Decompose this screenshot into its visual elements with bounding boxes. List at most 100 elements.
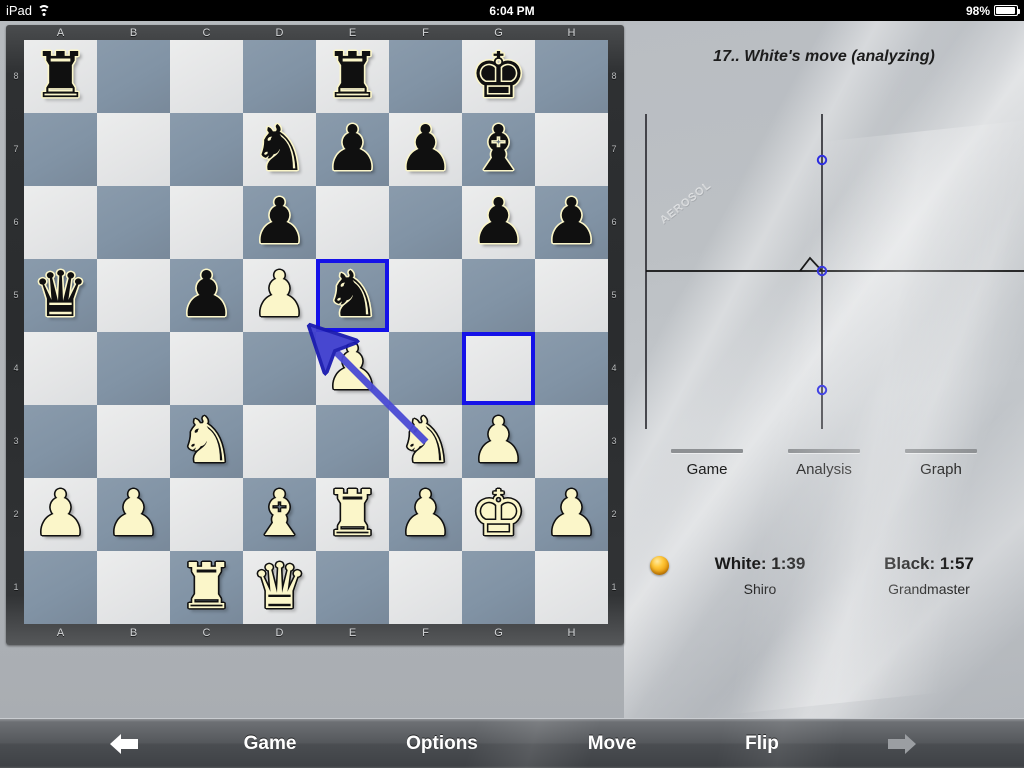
- square-d8[interactable]: [243, 40, 316, 113]
- square-f7[interactable]: ♟: [389, 113, 462, 186]
- white-rook-c1[interactable]: ♜: [170, 551, 243, 624]
- square-d2[interactable]: ♝: [243, 478, 316, 551]
- square-e8[interactable]: ♜: [316, 40, 389, 113]
- square-e1[interactable]: [316, 551, 389, 624]
- square-c6[interactable]: [170, 186, 243, 259]
- square-g1[interactable]: [462, 551, 535, 624]
- square-h8[interactable]: [535, 40, 608, 113]
- square-c3[interactable]: ♞: [170, 405, 243, 478]
- square-c2[interactable]: [170, 478, 243, 551]
- black-knight-e5[interactable]: ♞: [316, 259, 389, 332]
- square-h4[interactable]: [535, 332, 608, 405]
- square-h3[interactable]: [535, 405, 608, 478]
- white-pawn-b2[interactable]: ♟: [97, 478, 170, 551]
- square-f3[interactable]: ♞: [389, 405, 462, 478]
- square-h1[interactable]: [535, 551, 608, 624]
- square-h2[interactable]: ♟: [535, 478, 608, 551]
- square-d3[interactable]: [243, 405, 316, 478]
- black-queen-a5[interactable]: ♛: [24, 259, 97, 332]
- square-g4[interactable]: [462, 332, 535, 405]
- square-g8[interactable]: ♚: [462, 40, 535, 113]
- black-pawn-g6[interactable]: ♟: [462, 186, 535, 259]
- white-pawn-g3[interactable]: ♟: [462, 405, 535, 478]
- square-g2[interactable]: ♚: [462, 478, 535, 551]
- square-f4[interactable]: [389, 332, 462, 405]
- square-a1[interactable]: [24, 551, 97, 624]
- square-b2[interactable]: ♟: [97, 478, 170, 551]
- forward-arrow-icon[interactable]: [874, 719, 930, 768]
- square-g6[interactable]: ♟: [462, 186, 535, 259]
- square-h6[interactable]: ♟: [535, 186, 608, 259]
- white-pawn-e4[interactable]: ♟: [316, 332, 389, 405]
- square-g7[interactable]: ♝: [462, 113, 535, 186]
- chess-board[interactable]: ABCDEFGH ABCDEFGH 87654321 87654321 ♜ ♜ ♚ ♞…: [6, 25, 624, 645]
- white-knight-f3[interactable]: ♞: [389, 405, 462, 478]
- black-pawn-c5[interactable]: ♟: [170, 259, 243, 332]
- square-e4[interactable]: ♟: [316, 332, 389, 405]
- square-c1[interactable]: ♜: [170, 551, 243, 624]
- square-b7[interactable]: [97, 113, 170, 186]
- toolbar-flip-button[interactable]: Flip: [697, 719, 827, 768]
- white-queen-d1[interactable]: ♛: [243, 551, 316, 624]
- evaluation-graph[interactable]: [624, 76, 1024, 456]
- square-b6[interactable]: [97, 186, 170, 259]
- square-b1[interactable]: [97, 551, 170, 624]
- toolbar-move-button[interactable]: Move: [547, 719, 677, 768]
- tab-graph[interactable]: Graph: [888, 449, 994, 478]
- white-knight-c3[interactable]: ♞: [170, 405, 243, 478]
- white-pawn-d5[interactable]: ♟: [243, 259, 316, 332]
- square-c7[interactable]: [170, 113, 243, 186]
- square-d5[interactable]: ♟: [243, 259, 316, 332]
- white-bishop-d2[interactable]: ♝: [243, 478, 316, 551]
- square-a5[interactable]: ♛: [24, 259, 97, 332]
- square-f2[interactable]: ♟: [389, 478, 462, 551]
- black-pawn-e7[interactable]: ♟: [316, 113, 389, 186]
- square-b8[interactable]: [97, 40, 170, 113]
- black-pawn-f7[interactable]: ♟: [389, 113, 462, 186]
- square-h5[interactable]: [535, 259, 608, 332]
- square-b5[interactable]: [97, 259, 170, 332]
- black-knight-d7[interactable]: ♞: [243, 113, 316, 186]
- back-arrow-icon[interactable]: [96, 719, 152, 768]
- square-g3[interactable]: ♟: [462, 405, 535, 478]
- square-a8[interactable]: ♜: [24, 40, 97, 113]
- square-c8[interactable]: [170, 40, 243, 113]
- square-f1[interactable]: [389, 551, 462, 624]
- tab-game[interactable]: Game: [654, 449, 760, 478]
- tab-analysis[interactable]: Analysis: [771, 449, 877, 478]
- square-f8[interactable]: [389, 40, 462, 113]
- square-a2[interactable]: ♟: [24, 478, 97, 551]
- black-pawn-d6[interactable]: ♟: [243, 186, 316, 259]
- square-e7[interactable]: ♟: [316, 113, 389, 186]
- square-a6[interactable]: [24, 186, 97, 259]
- toolbar-game-button[interactable]: Game: [205, 719, 335, 768]
- square-c4[interactable]: [170, 332, 243, 405]
- square-e5[interactable]: ♞: [316, 259, 389, 332]
- square-a7[interactable]: [24, 113, 97, 186]
- square-a3[interactable]: [24, 405, 97, 478]
- white-rook-e2[interactable]: ♜: [316, 478, 389, 551]
- square-g5[interactable]: [462, 259, 535, 332]
- square-e2[interactable]: ♜: [316, 478, 389, 551]
- square-c5[interactable]: ♟: [170, 259, 243, 332]
- square-f5[interactable]: [389, 259, 462, 332]
- square-e3[interactable]: [316, 405, 389, 478]
- black-king-g8[interactable]: ♚: [462, 40, 535, 113]
- panel-tabs[interactable]: Game Analysis Graph: [654, 449, 994, 478]
- toolbar-options-button[interactable]: Options: [377, 719, 507, 768]
- square-h7[interactable]: [535, 113, 608, 186]
- white-king-g2[interactable]: ♚: [462, 478, 535, 551]
- white-pawn-f2[interactable]: ♟: [389, 478, 462, 551]
- black-pawn-h6[interactable]: ♟: [535, 186, 608, 259]
- square-f6[interactable]: [389, 186, 462, 259]
- square-b3[interactable]: [97, 405, 170, 478]
- square-b4[interactable]: [97, 332, 170, 405]
- black-bishop-g7[interactable]: ♝: [462, 113, 535, 186]
- square-d4[interactable]: [243, 332, 316, 405]
- square-d1[interactable]: ♛: [243, 551, 316, 624]
- board-squares[interactable]: ♜ ♜ ♚ ♞ ♟ ♟ ♝ ♟ ♟ ♟ ♛ ♟ ♟ ♞ ♟ ♞ ♞ ♟ ♟ ♟ ♝ ♜ ♟ ♚ ♟ ♜ ♛: [24, 40, 608, 624]
- square-d6[interactable]: ♟: [243, 186, 316, 259]
- white-pawn-h2[interactable]: ♟: [535, 478, 608, 551]
- square-d7[interactable]: ♞: [243, 113, 316, 186]
- square-a4[interactable]: [24, 332, 97, 405]
